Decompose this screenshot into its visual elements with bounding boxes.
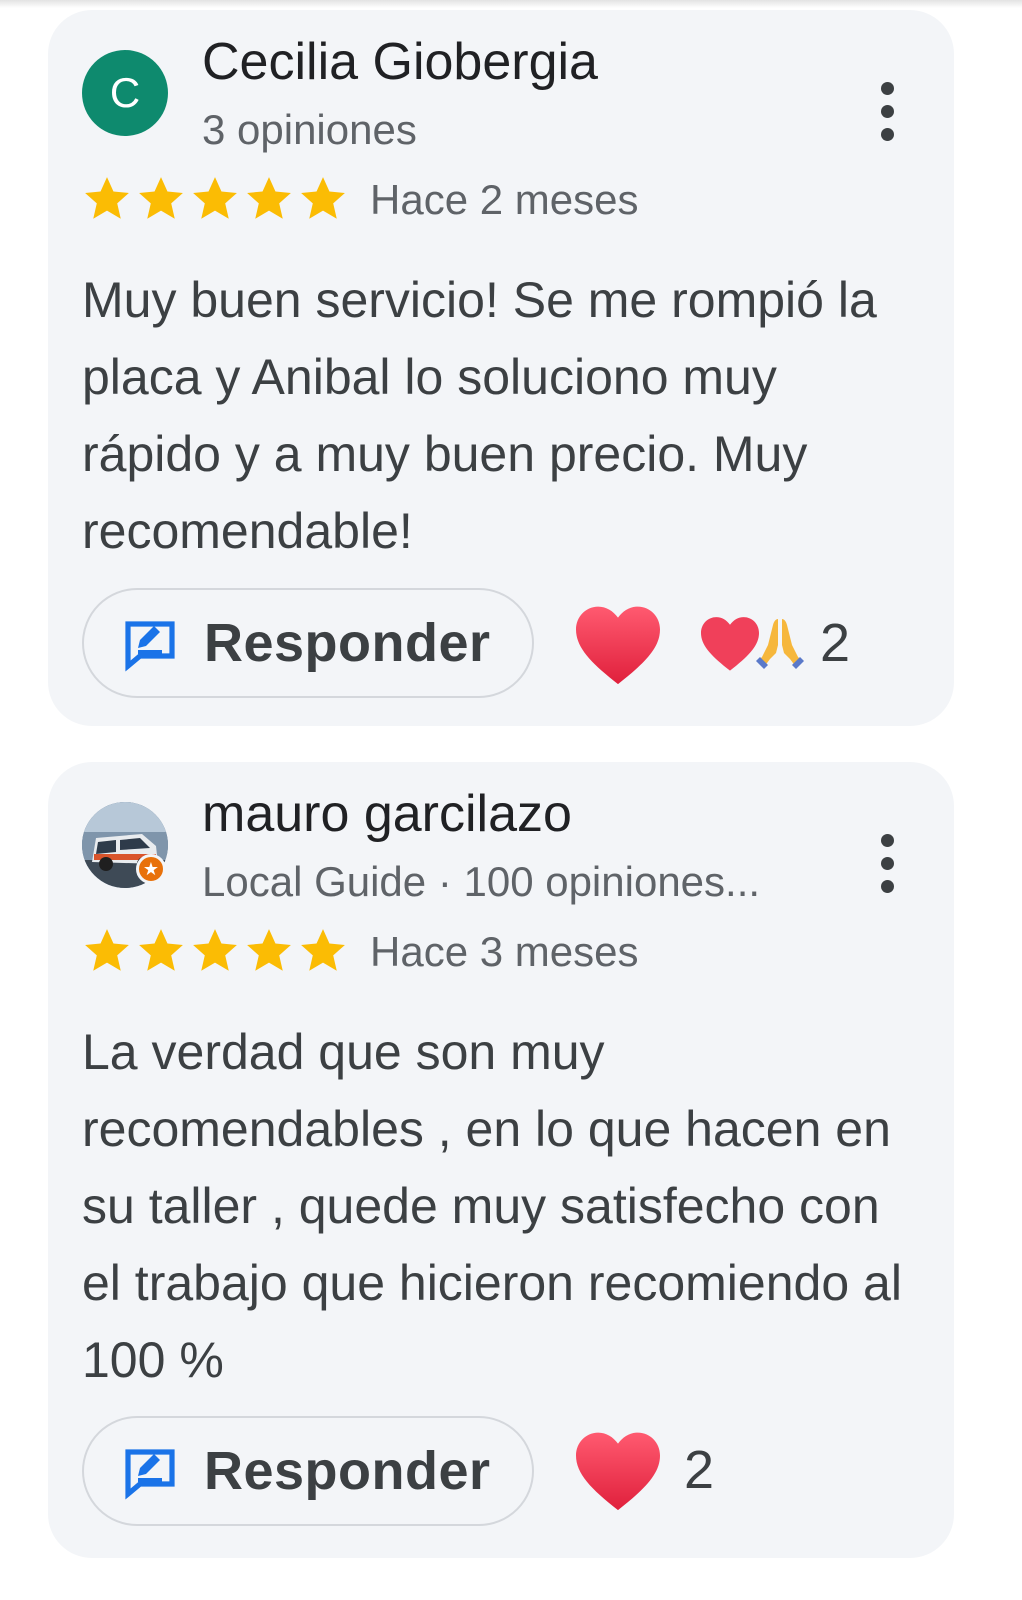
- avatar[interactable]: C: [82, 50, 168, 136]
- star-icon: [247, 929, 291, 971]
- reviewer-name[interactable]: Cecilia Giobergia: [202, 32, 598, 92]
- heart-icon: [576, 1432, 660, 1511]
- star-icon: [85, 929, 129, 971]
- praying-hands-icon: [756, 619, 804, 669]
- review-card: ★ mauro garcilazo Local Guide · 100 opin…: [48, 762, 954, 1558]
- reply-button[interactable]: Responder: [82, 588, 534, 698]
- star-icon: [139, 929, 183, 971]
- review-date: Hace 3 meses: [370, 928, 639, 975]
- reply-button-label: Responder: [204, 613, 491, 673]
- reviewer-meta: 3 opiniones: [202, 106, 417, 153]
- reply-button[interactable]: Responder: [82, 1416, 534, 1526]
- local-guide-badge-icon: ★: [136, 854, 166, 884]
- avatar-letter: C: [109, 69, 141, 116]
- more-options-icon[interactable]: [878, 834, 898, 894]
- star-rating: [82, 926, 348, 976]
- star-icon: [301, 929, 345, 971]
- reply-button-label: Responder: [204, 1441, 491, 1501]
- review-text: Muy buen servicio! Se me rompió la placa…: [82, 272, 877, 559]
- top-edge-shadow: [0, 0, 1022, 8]
- heart-icon: [701, 617, 759, 671]
- star-icon: [139, 177, 183, 219]
- review-date: Hace 2 meses: [370, 176, 639, 223]
- reaction-summary[interactable]: 2: [698, 612, 850, 674]
- reviewer-name[interactable]: mauro garcilazo: [202, 784, 572, 844]
- star-icon: [85, 177, 129, 219]
- star-icon: [193, 929, 237, 971]
- review-card: C Cecilia Giobergia 3 opiniones Hace 2 m…: [48, 10, 954, 726]
- reply-icon: [125, 621, 175, 672]
- reply-icon: [125, 1449, 175, 1500]
- reaction-count: 2: [684, 1440, 715, 1500]
- reaction-summary[interactable]: 2: [572, 1428, 714, 1512]
- reviewer-meta: Local Guide · 100 opiniones...: [202, 858, 761, 905]
- heart-react-icon[interactable]: [572, 602, 664, 686]
- star-icon: [247, 177, 291, 219]
- star-icon: [193, 177, 237, 219]
- review-text: La verdad que son muy recomendables , en…: [82, 1024, 902, 1388]
- more-options-icon[interactable]: [878, 82, 898, 142]
- star-rating: [82, 174, 348, 224]
- star-icon: [301, 177, 345, 219]
- reaction-count: 2: [820, 613, 851, 673]
